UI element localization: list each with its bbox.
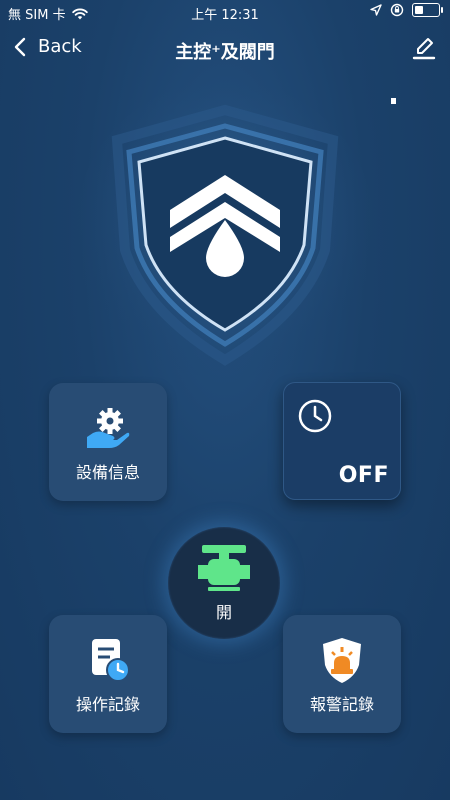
hero-shield bbox=[75, 80, 375, 380]
alarm-siren-shield-icon bbox=[323, 638, 361, 683]
operation-log-label: 操作記錄 bbox=[75, 695, 140, 714]
pencil-icon[interactable] bbox=[410, 34, 438, 62]
clock-icon bbox=[298, 399, 332, 433]
alarm-log-button[interactable]: 報警記錄 bbox=[283, 615, 401, 733]
device-info-button[interactable]: 設備信息 bbox=[49, 383, 167, 501]
battery-icon bbox=[412, 3, 443, 17]
gear-hand-icon bbox=[87, 408, 130, 448]
timer-state-label: OFF bbox=[338, 463, 389, 488]
alarm-log-label: 報警記錄 bbox=[309, 695, 374, 714]
status-bar: 無 SIM 卡 上午 12:31 bbox=[0, 0, 450, 24]
valve-toggle-button[interactable]: 開 bbox=[168, 527, 280, 639]
operation-log-button[interactable]: 操作記錄 bbox=[49, 615, 167, 733]
nav-bar: Back 主控⁺及閥門 bbox=[0, 26, 450, 74]
timer-toggle-button[interactable]: OFF bbox=[283, 382, 401, 500]
document-clock-icon bbox=[92, 639, 130, 682]
valve-state-label: 開 bbox=[215, 603, 232, 622]
shield-water-drop-icon bbox=[75, 80, 375, 380]
location-arrow-icon bbox=[370, 4, 382, 16]
page-title: 主控⁺及閥門 bbox=[175, 42, 275, 63]
valve-icon bbox=[198, 545, 250, 591]
orientation-lock-icon bbox=[390, 3, 404, 17]
status-right bbox=[370, 3, 443, 17]
indicator-dot bbox=[391, 98, 396, 104]
device-info-label: 設備信息 bbox=[75, 463, 140, 482]
